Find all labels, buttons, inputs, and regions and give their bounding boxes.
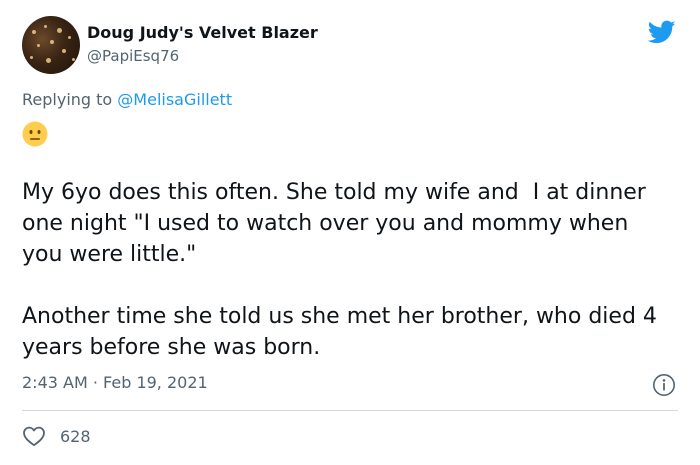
tweet-paragraph-1: My 6yo does this often. She told my wife… <box>22 180 653 267</box>
info-icon[interactable] <box>652 373 676 397</box>
replying-to: Replying to @MelisaGillett <box>22 90 232 109</box>
replying-to-label: Replying to <box>22 90 118 109</box>
twitter-bird-icon[interactable] <box>646 18 678 46</box>
reply-target-link[interactable]: @MelisaGillett <box>117 90 232 109</box>
avatar[interactable] <box>22 16 80 74</box>
tweet-paragraph-2: Another time she told us she met her bro… <box>22 304 664 360</box>
tweet-text: My 6yo does this often. She told my wife… <box>22 177 672 363</box>
author-display-name[interactable]: Doug Judy's Velvet Blazer <box>87 23 318 42</box>
like-button[interactable]: 628 <box>22 425 91 447</box>
neutral-face-emoji <box>22 121 48 147</box>
heart-icon[interactable] <box>22 425 46 447</box>
tweet-timestamp[interactable]: 2:43 AM · Feb 19, 2021 <box>22 373 208 392</box>
divider <box>22 410 678 411</box>
like-count: 628 <box>60 426 91 446</box>
author-handle[interactable]: @PapiEsq76 <box>87 47 179 65</box>
